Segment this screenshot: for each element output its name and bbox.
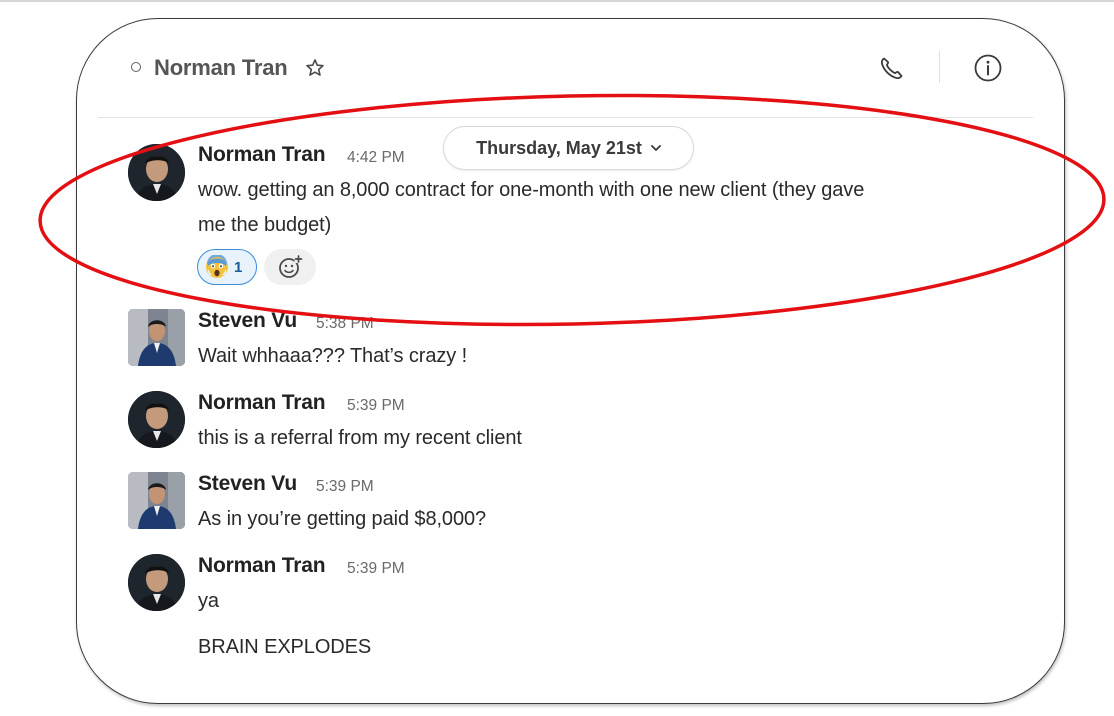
message-author[interactable]: Steven Vu (198, 472, 297, 496)
top-border (0, 0, 1114, 2)
dm-title[interactable]: Norman Tran (154, 55, 288, 81)
star-icon[interactable] (305, 58, 325, 78)
message-author[interactable]: Norman Tran (198, 143, 326, 167)
avatar[interactable] (128, 144, 185, 201)
add-reaction-button[interactable] (264, 249, 316, 285)
message-text-line: Wait whhaaa??? That’s crazy ! (198, 345, 468, 367)
message-author[interactable]: Norman Tran (198, 391, 326, 415)
presence-status-icon (131, 62, 141, 72)
date-label: Thursday, May 21st (476, 137, 642, 158)
avatar[interactable] (128, 554, 185, 611)
avatar[interactable] (128, 391, 185, 448)
scream-emoji-icon (206, 255, 228, 278)
avatar[interactable] (128, 309, 185, 366)
message-timestamp[interactable]: 5:39 PM (347, 560, 405, 578)
message-followup-text: BRAIN EXPLODES (198, 636, 372, 658)
reaction-count: 1 (234, 258, 243, 276)
message-text-line: As in you’re getting paid $8,000? (198, 508, 487, 530)
info-icon[interactable] (973, 53, 1003, 83)
message-author[interactable]: Norman Tran (198, 554, 326, 578)
phone-icon[interactable] (878, 54, 906, 82)
message-text-line: wow. getting an 8,000 contract for one-m… (198, 179, 865, 201)
avatar[interactable] (128, 472, 185, 529)
header-divider (939, 51, 940, 83)
message-timestamp[interactable]: 5:38 PM (316, 315, 374, 333)
message-timestamp[interactable]: 5:39 PM (347, 397, 405, 415)
header-separator (98, 117, 1033, 118)
date-divider-button[interactable]: Thursday, May 21st (443, 126, 694, 170)
chevron-down-icon (650, 145, 661, 151)
message-text-line: ya (198, 590, 219, 612)
message-author[interactable]: Steven Vu (198, 309, 297, 333)
add-emoji-icon (279, 255, 303, 278)
message-timestamp[interactable]: 5:39 PM (316, 478, 374, 496)
message-text-line: me the budget) (198, 214, 332, 236)
message-text-line: this is a referral from my recent client (198, 427, 522, 449)
reaction-pill[interactable]: 1 (197, 249, 257, 285)
message-timestamp[interactable]: 4:42 PM (347, 149, 405, 167)
